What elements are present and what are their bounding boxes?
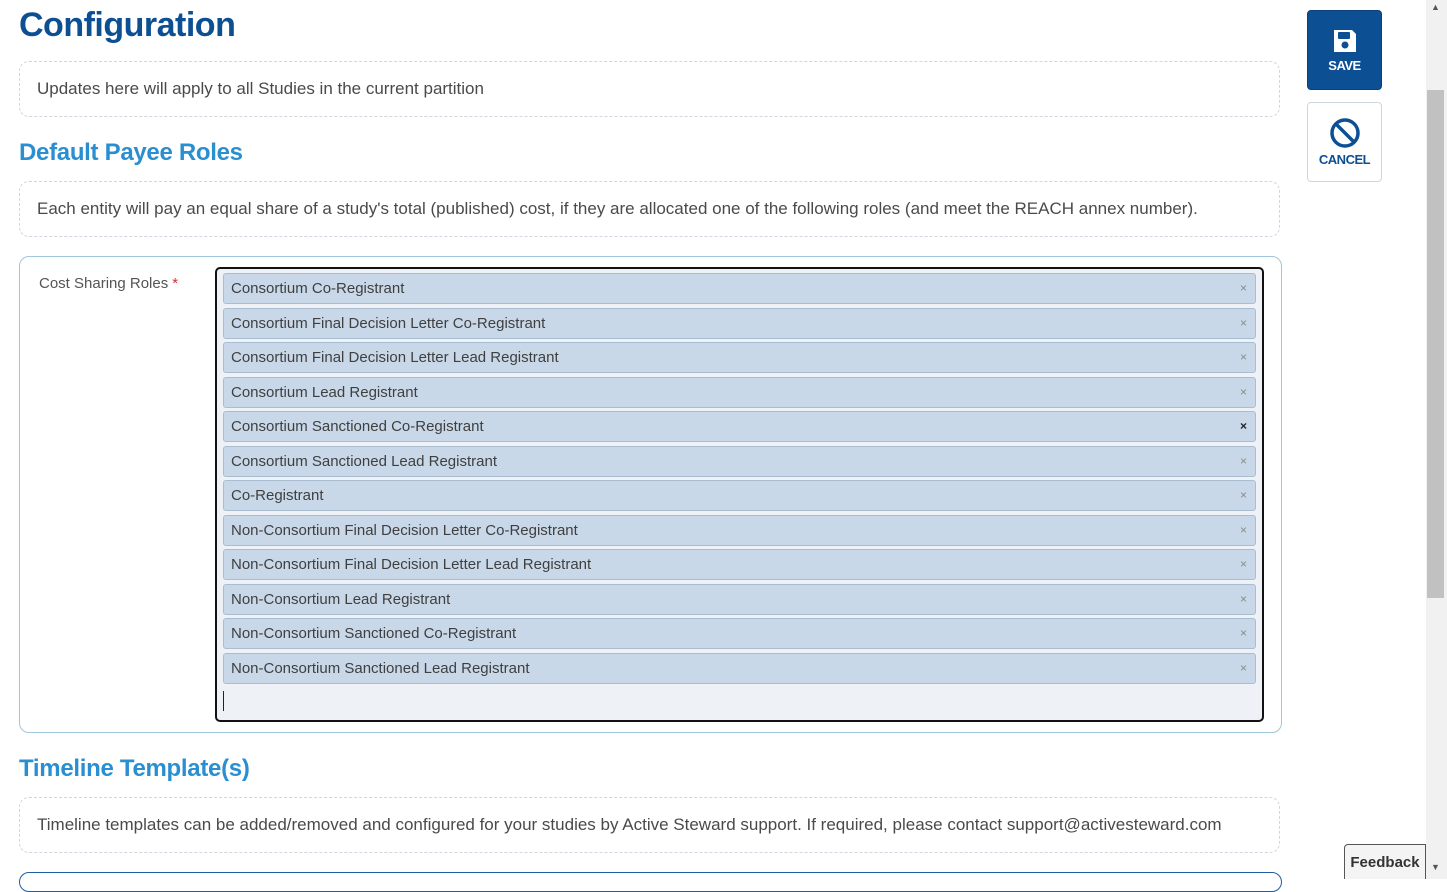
- role-tag: Non-Consortium Sanctioned Co-Registrant ×: [223, 618, 1256, 649]
- role-tag: Consortium Final Decision Letter Lead Re…: [223, 342, 1256, 373]
- role-tag-label: Non-Consortium Final Decision Letter Lea…: [231, 556, 592, 573]
- timeline-description-text: Timeline templates can be added/removed …: [37, 815, 1222, 834]
- remove-tag-icon[interactable]: ×: [1240, 447, 1247, 476]
- next-section-panel: [19, 872, 1282, 892]
- selected-role-tags: Consortium Co-Registrant × Consortium Fina…: [223, 273, 1256, 687]
- remove-tag-icon[interactable]: ×: [1240, 343, 1247, 372]
- payee-roles-description-text: Each entity will pay an equal share of a…: [37, 199, 1198, 218]
- required-marker: *: [172, 275, 179, 292]
- cost-sharing-roles-multiselect[interactable]: Consortium Co-Registrant × Consortium Fina…: [215, 267, 1264, 722]
- remove-tag-icon[interactable]: ×: [1240, 516, 1247, 545]
- role-tag: Co-Registrant ×: [223, 480, 1256, 511]
- role-tag-label: Consortium Sanctioned Co-Registrant: [231, 418, 484, 435]
- ban-icon: [1329, 118, 1360, 148]
- role-tag-label: Consortium Sanctioned Lead Registrant: [231, 452, 497, 470]
- remove-tag-icon[interactable]: ×: [1240, 654, 1247, 683]
- cost-sharing-panel: Cost Sharing Roles * Consortium Co-Regist…: [19, 256, 1282, 733]
- timeline-heading: Timeline Template(s): [19, 755, 250, 782]
- role-tag: Consortium Sanctioned Co-Registrant ×: [223, 411, 1256, 442]
- role-tag: Consortium Final Decision Letter Co-Regi…: [223, 307, 1256, 339]
- feedback-label: Feedback: [1350, 853, 1420, 871]
- payee-roles-heading: Default Payee Roles: [19, 139, 243, 166]
- partition-note: Updates here will apply to all Studies i…: [19, 61, 1280, 117]
- cost-sharing-roles-label-text: Cost Sharing Roles: [39, 275, 169, 292]
- feedback-button[interactable]: Feedback: [1344, 844, 1426, 879]
- page-scrollbar[interactable]: ▲ ▼: [1426, 0, 1447, 879]
- role-tag-label: Non-Consortium Sanctioned Co-Registrant: [231, 625, 517, 642]
- role-tag-label: Consortium Lead Registrant: [231, 383, 418, 401]
- role-tag: Non-Consortium Final Decision Letter Co-…: [223, 514, 1256, 546]
- remove-tag-icon[interactable]: ×: [1240, 274, 1247, 303]
- page-title: Configuration: [19, 6, 236, 44]
- cancel-button[interactable]: CANCEL: [1307, 102, 1382, 182]
- remove-tag-icon[interactable]: ×: [1240, 309, 1247, 338]
- role-tag: Consortium Lead Registrant ×: [223, 376, 1256, 408]
- role-tag: Consortium Co-Registrant ×: [223, 273, 1256, 304]
- partition-note-text: Updates here will apply to all Studies i…: [37, 79, 484, 98]
- role-tag: Non-Consortium Sanctioned Lead Registran…: [223, 652, 1256, 684]
- role-tag: Non-Consortium Lead Registrant ×: [223, 583, 1256, 615]
- remove-tag-icon[interactable]: ×: [1240, 550, 1247, 579]
- remove-tag-icon[interactable]: ×: [1240, 585, 1247, 614]
- role-tag-label: Consortium Co-Registrant: [231, 280, 405, 297]
- role-tag-label: Non-Consortium Final Decision Letter Co-…: [231, 521, 578, 539]
- text-cursor[interactable]: [223, 691, 224, 711]
- role-tag-label: Non-Consortium Lead Registrant: [231, 590, 451, 608]
- role-tag-label: Co-Registrant: [231, 487, 324, 504]
- remove-tag-icon[interactable]: ×: [1240, 481, 1247, 510]
- scroll-thumb[interactable]: [1427, 90, 1444, 598]
- cancel-label: CANCEL: [1318, 152, 1371, 167]
- remove-tag-icon[interactable]: ×: [1240, 378, 1247, 407]
- save-button[interactable]: SAVE: [1307, 10, 1382, 90]
- remove-tag-icon[interactable]: ×: [1240, 412, 1247, 441]
- timeline-description: Timeline templates can be added/removed …: [19, 797, 1280, 853]
- payee-roles-description: Each entity will pay an equal share of a…: [19, 181, 1280, 237]
- role-tag: Consortium Sanctioned Lead Registrant ×: [223, 445, 1256, 477]
- scroll-up-arrow-icon[interactable]: ▲: [1431, 2, 1440, 12]
- floppy-disk-icon: [1333, 30, 1356, 52]
- save-label: SAVE: [1328, 58, 1361, 73]
- role-tag-label: Consortium Final Decision Letter Lead Re…: [231, 349, 559, 366]
- remove-tag-icon[interactable]: ×: [1240, 619, 1247, 648]
- role-tag-label: Non-Consortium Sanctioned Lead Registran…: [231, 659, 530, 677]
- scroll-down-arrow-icon[interactable]: ▼: [1431, 862, 1440, 872]
- role-tag-label: Consortium Final Decision Letter Co-Regi…: [231, 314, 546, 332]
- role-tag: Non-Consortium Final Decision Letter Lea…: [223, 549, 1256, 580]
- cost-sharing-roles-label: Cost Sharing Roles *: [39, 275, 178, 292]
